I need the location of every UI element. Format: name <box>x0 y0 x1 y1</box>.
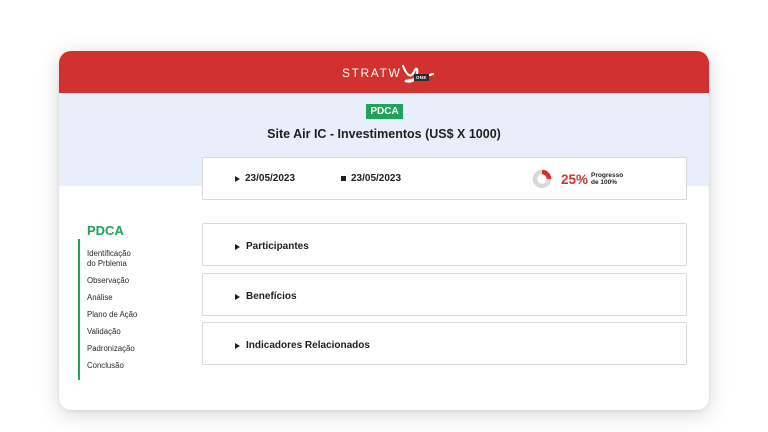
pdca-card: STRATW ONE PDCA Site Air IC - Investimen… <box>59 51 709 410</box>
sidebar-item-analise[interactable]: Análise <box>87 293 177 303</box>
sidebar-item-identificacao[interactable]: Identificação do Prblema <box>87 249 177 268</box>
progress-caption-line1: Progresso <box>591 171 624 179</box>
sidebar-item-padronizacao[interactable]: Padronização <box>87 344 177 354</box>
sidebar-nav: Identificação do Prblema Observação Anál… <box>87 249 177 378</box>
start-date: 23/05/2023 <box>235 173 295 184</box>
start-date-value: 23/05/2023 <box>245 173 296 184</box>
logo-badge: ONE <box>414 74 429 81</box>
logo-text: STRATW <box>342 66 402 80</box>
expand-arrow-icon <box>235 243 240 250</box>
progress-donut-icon <box>532 169 552 189</box>
sidebar-title: PDCA <box>87 223 124 238</box>
sidebar-item-plano-de-acao[interactable]: Plano de Ação <box>87 310 177 320</box>
section-label: Participantes <box>246 241 309 252</box>
section-participantes[interactable]: Participantes <box>202 223 687 266</box>
progress-caption-line2: de 100% <box>591 179 618 186</box>
end-date-value: 23/05/2023 <box>351 173 402 184</box>
dates-panel: 23/05/2023 23/05/2023 25% Progresso de 1… <box>202 157 687 200</box>
section-label: Indicadores Relacionados <box>246 340 370 351</box>
end-date: 23/05/2023 <box>341 173 401 184</box>
section-beneficios[interactable]: Benefícios <box>202 273 687 316</box>
progress-caption: Progresso de 100% <box>591 172 631 187</box>
page-title: Site Air IC - Investimentos (US$ X 1000) <box>267 127 501 141</box>
pdca-badge: PDCA <box>366 104 403 119</box>
expand-arrow-icon <box>235 342 240 349</box>
sidebar-item-observacao[interactable]: Observação <box>87 276 177 286</box>
sidebar-accent-line <box>78 239 80 380</box>
stop-square-icon <box>341 176 346 181</box>
expand-arrow-icon <box>235 293 240 300</box>
section-indicadores[interactable]: Indicadores Relacionados <box>202 322 687 365</box>
play-triangle-icon <box>235 175 240 182</box>
progress-indicator: 25% Progresso de 100% <box>532 167 631 191</box>
sidebar-item-validacao[interactable]: Validação <box>87 327 177 337</box>
section-label: Benefícios <box>246 291 297 302</box>
sidebar-item-conclusao[interactable]: Conclusão <box>87 361 177 371</box>
stratws-logo: STRATW ONE <box>342 62 435 84</box>
top-bar: STRATW ONE <box>59 51 709 93</box>
progress-percent: 25% <box>561 171 589 187</box>
